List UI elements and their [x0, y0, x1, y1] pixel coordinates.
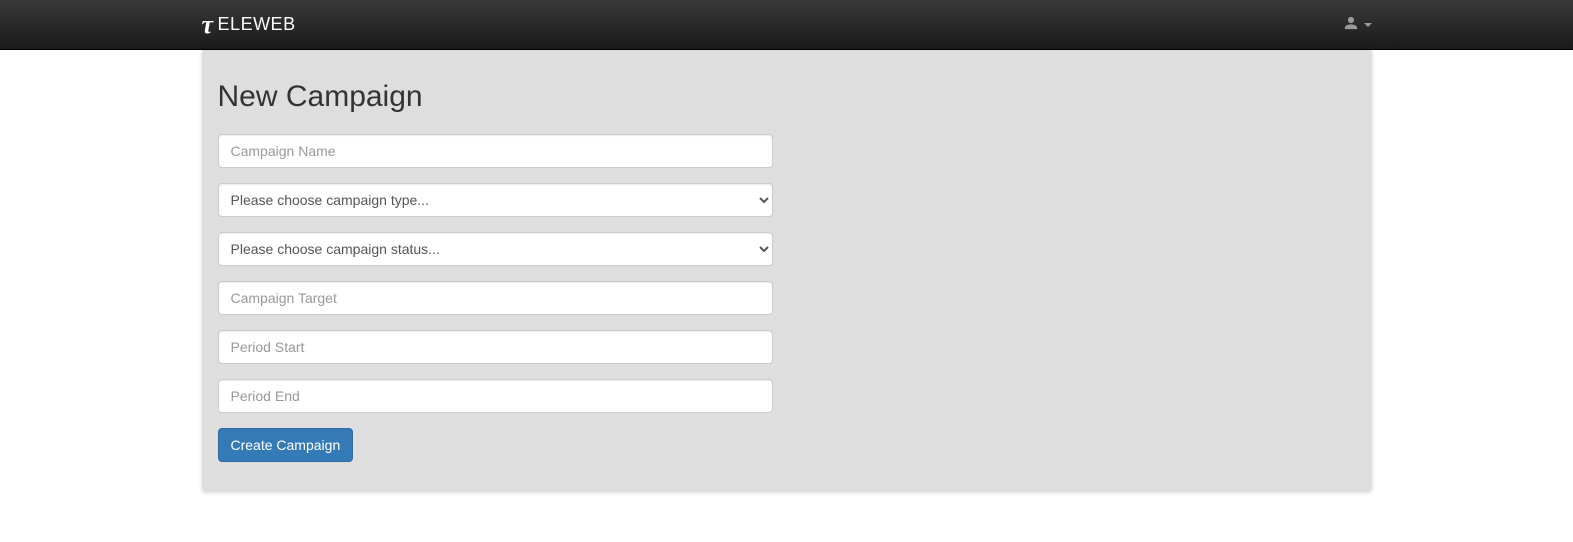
- campaign-name-group: [218, 134, 773, 168]
- period-end-group: [218, 379, 773, 413]
- campaign-target-input[interactable]: [218, 281, 773, 315]
- period-start-group: [218, 330, 773, 364]
- brand-link[interactable]: τ ELEWEB: [202, 12, 296, 38]
- new-campaign-form: Please choose campaign type... Please ch…: [218, 134, 1356, 462]
- campaign-name-input[interactable]: [218, 134, 773, 168]
- campaign-status-select[interactable]: Please choose campaign status...: [218, 232, 773, 266]
- campaign-type-select[interactable]: Please choose campaign type...: [218, 183, 773, 217]
- navbar-inner: τ ELEWEB: [202, 0, 1372, 49]
- campaign-status-group: Please choose campaign status...: [218, 232, 773, 266]
- main-container: New Campaign Please choose campaign type…: [202, 50, 1372, 492]
- brand-tau-icon: τ: [202, 12, 214, 38]
- period-end-input[interactable]: [218, 379, 773, 413]
- user-icon: [1344, 16, 1358, 33]
- brand-text: ELEWEB: [218, 14, 296, 35]
- caret-down-icon: [1364, 23, 1372, 27]
- campaign-type-group: Please choose campaign type...: [218, 183, 773, 217]
- campaign-target-group: [218, 281, 773, 315]
- page-title: New Campaign: [218, 80, 1356, 114]
- navbar: τ ELEWEB: [0, 0, 1573, 50]
- user-dropdown[interactable]: [1344, 16, 1372, 33]
- create-campaign-button[interactable]: Create Campaign: [218, 428, 354, 462]
- period-start-input[interactable]: [218, 330, 773, 364]
